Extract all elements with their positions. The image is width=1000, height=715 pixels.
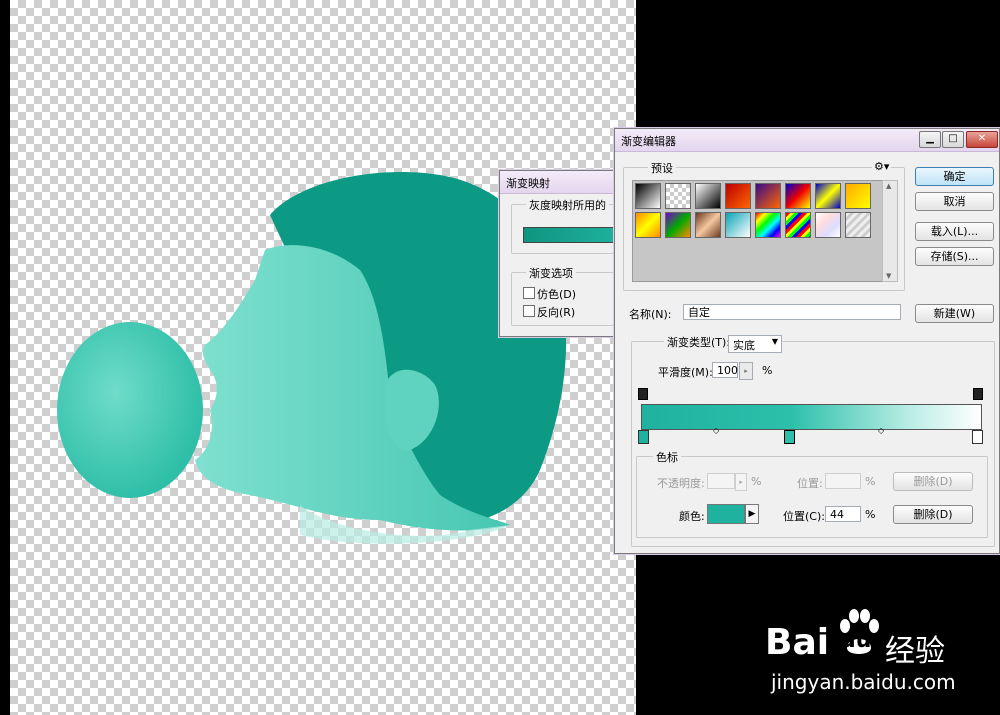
preset-teal-white[interactable] (725, 212, 751, 238)
midpoint-left-icon[interactable]: ◇ (713, 426, 719, 435)
opacity-stop-left[interactable] (638, 388, 648, 400)
color-stop-left[interactable] (638, 430, 649, 444)
preset-violet-orange[interactable] (755, 183, 781, 209)
name-input[interactable]: 自定 (683, 304, 901, 320)
preset-black-white-2[interactable] (695, 183, 721, 209)
stops-group: 色标 不透明度: ▸ % 位置: % 删除(D) 颜色: ▶ 位置(C): 44… (636, 449, 988, 538)
cancel-button[interactable]: 取消 (915, 192, 994, 211)
preset-transparent-stripes[interactable] (845, 212, 871, 238)
color-menu-arrow-icon[interactable]: ▶ (745, 504, 759, 524)
dither-checkbox[interactable] (523, 287, 535, 299)
maximize-icon[interactable]: □ (942, 131, 964, 148)
preset-yellow-orange[interactable] (845, 183, 871, 209)
preset-red-orange[interactable] (725, 183, 751, 209)
opacity-label: 不透明度: (657, 477, 705, 490)
load-button[interactable]: 载入(L)... (915, 222, 994, 241)
preset-blue-red-yellow[interactable] (785, 183, 811, 209)
opacity-position-input (825, 473, 861, 489)
chevron-down-icon: ▼ (771, 337, 778, 346)
gradient-type-select[interactable]: 实底 ▼ (728, 335, 782, 353)
opacity-position-label: 位置: (797, 477, 823, 490)
presets-group: 预设 ⚙▾ ▲ ▼ (623, 160, 905, 291)
minimize-icon[interactable]: ▁ (919, 131, 941, 148)
preset-transparent-rainbow[interactable] (815, 212, 841, 238)
delete-opacity-button[interactable]: 删除(D) (893, 472, 973, 491)
color-position-label: 位置(C): (783, 510, 825, 523)
color-stop-right[interactable] (972, 430, 983, 444)
smoothness-unit: % (762, 364, 773, 377)
color-position-input[interactable]: 44 (825, 506, 861, 522)
reverse-checkbox[interactable] (523, 305, 535, 317)
midpoint-right-icon[interactable]: ◇ (878, 426, 884, 435)
watermark-brand-right: du (840, 628, 872, 653)
gradient-bar[interactable] (641, 404, 982, 430)
watermark-brand-left: Bai (765, 622, 830, 663)
opacity-position-unit: % (865, 475, 876, 488)
opacity-unit: % (751, 475, 762, 488)
presets-grid (632, 180, 884, 282)
preset-spectrum[interactable] (755, 212, 781, 238)
gradient-type-value: 实底 (733, 339, 755, 352)
reverse-label[interactable]: 反向(R) (537, 304, 575, 320)
watermark-product: 经验 (885, 634, 945, 669)
smoothness-label: 平滑度(M): (658, 366, 713, 379)
gradient-type-group: 渐变类型(T): 实底 ▼ 平滑度(M): 100 ▸ % ◇ ◇ 色标 不透明… (631, 334, 995, 547)
grayscale-map-label: 灰度映射所用的 (526, 197, 609, 213)
gradient-map-title: 渐变映射 (506, 177, 550, 190)
preset-fg-transparent[interactable] (665, 183, 691, 209)
opacity-input (707, 473, 735, 489)
smoothness-input[interactable]: 100 (712, 362, 738, 378)
new-button[interactable]: 新建(W) (915, 304, 994, 323)
bubble-shape (57, 322, 203, 498)
stops-label: 色标 (653, 449, 681, 465)
gradient-editor-titlebar[interactable]: 渐变编辑器 ▁ □ ✕ (615, 129, 999, 152)
delete-color-button[interactable]: 删除(D) (893, 505, 973, 524)
scroll-down-icon[interactable]: ▼ (886, 272, 891, 280)
gear-icon[interactable]: ⚙▾ (872, 160, 892, 173)
name-label: 名称(N): (629, 308, 672, 321)
preset-orange-yellow[interactable] (635, 212, 661, 238)
ok-button[interactable]: 确定 (915, 167, 994, 186)
color-stop-selected[interactable] (784, 430, 795, 444)
smoothness-stepper[interactable]: ▸ (739, 362, 753, 380)
gradient-options-label: 渐变选项 (526, 265, 576, 281)
preset-rainbow-stripe[interactable] (785, 212, 811, 238)
scroll-up-icon[interactable]: ▲ (886, 182, 891, 190)
save-button[interactable]: 存储(S)... (915, 247, 994, 266)
presets-scrollbar[interactable]: ▲ ▼ (882, 180, 898, 282)
opacity-stepper: ▸ (735, 473, 747, 491)
preset-violet-green-orange[interactable] (665, 212, 691, 238)
close-icon[interactable]: ✕ (966, 131, 998, 148)
preset-copper[interactable] (695, 212, 721, 238)
preset-blue-yellow-blue[interactable] (815, 183, 841, 209)
color-label: 颜色: (679, 510, 705, 523)
baidu-watermark: Bai du 经验 jingyan.baidu.com (765, 600, 995, 700)
color-position-unit: % (865, 508, 876, 521)
color-swatch[interactable] (707, 504, 745, 524)
gradient-editor-title: 渐变编辑器 (621, 135, 676, 148)
gradient-preview-bar[interactable] (523, 227, 625, 243)
watermark-url: jingyan.baidu.com (771, 670, 956, 694)
gradient-editor-dialog: 渐变编辑器 ▁ □ ✕ 预设 ⚙▾ ▲ ▼ 确定 取消 载入(L)... 存储(… (614, 128, 1000, 554)
dither-label[interactable]: 仿色(D) (537, 286, 576, 302)
gradient-type-label: 渐变类型(T): (664, 334, 734, 350)
presets-label: 预设 (648, 160, 676, 176)
preset-black-white[interactable] (635, 183, 661, 209)
gradient-map-dialog: 渐变映射 灰度映射所用的 渐变选项 仿色(D) 反向(R) (499, 170, 633, 337)
opacity-stop-right[interactable] (973, 388, 983, 400)
gradient-map-titlebar[interactable]: 渐变映射 (500, 171, 620, 194)
